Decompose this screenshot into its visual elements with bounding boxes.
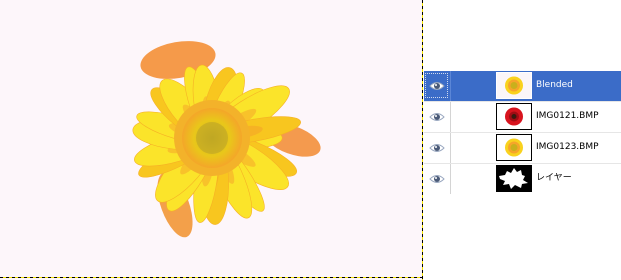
- image-canvas[interactable]: [0, 0, 423, 280]
- layer-name: Blended: [536, 80, 573, 90]
- eye-icon[interactable]: [429, 142, 445, 154]
- row-divider: [450, 164, 451, 194]
- layer-name: レイヤー: [536, 173, 572, 183]
- selection-border-bottom: [0, 277, 423, 278]
- eye-icon[interactable]: [429, 173, 445, 185]
- layer-row-blended[interactable]: Blended: [424, 71, 621, 101]
- layer-thumbnail: [496, 165, 532, 192]
- layer-row-img0123[interactable]: IMG0123.BMP: [424, 133, 621, 163]
- row-divider: [450, 71, 451, 101]
- flower-image: [132, 41, 321, 238]
- selection-border-right: [422, 0, 423, 280]
- eye-icon[interactable]: [429, 80, 445, 92]
- layer-name: IMG0123.BMP: [536, 142, 599, 152]
- layer-name: IMG0121.BMP: [536, 111, 599, 121]
- layer-thumbnail: [496, 134, 532, 161]
- layer-row-img0121[interactable]: IMG0121.BMP: [424, 102, 621, 132]
- layer-row-mask[interactable]: レイヤー: [424, 164, 621, 194]
- layer-thumbnail: [496, 72, 532, 99]
- layers-panel: Blended IMG0121.BMP IMG0123.BMP レイヤー: [424, 71, 621, 194]
- row-divider: [450, 102, 451, 132]
- layer-thumbnail: [496, 103, 532, 130]
- row-divider: [450, 133, 451, 163]
- eye-icon[interactable]: [429, 111, 445, 123]
